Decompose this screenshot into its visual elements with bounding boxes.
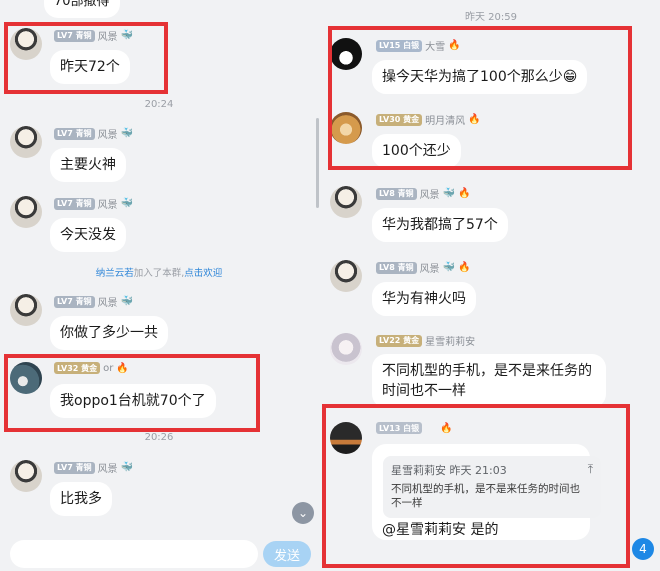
scrollbar[interactable] <box>316 118 319 208</box>
sender-meta: LV8 青铜 风景 🐳 🔥 <box>376 260 470 275</box>
avatar[interactable] <box>10 294 42 326</box>
level-badge: LV8 青铜 <box>376 261 417 274</box>
message-input[interactable] <box>10 540 258 568</box>
scroll-down-icon[interactable]: ⌄ <box>292 502 314 524</box>
sender-meta: LV22 黄金 星雪莉莉安 <box>376 333 475 348</box>
fire-icon: 🔥 <box>458 188 471 199</box>
whale-icon: 🐳 <box>120 296 134 307</box>
timestamp: 昨天 20:59 <box>465 12 517 23</box>
fire-icon: 🔥 <box>458 262 471 273</box>
sender-name: 星雪莉莉安 <box>425 337 476 348</box>
message-bubble[interactable]: 今天没发 <box>50 218 126 252</box>
whale-icon: 🐳 <box>442 262 456 273</box>
level-badge: LV8 青铜 <box>376 187 417 200</box>
quote-header: 星雪莉莉安 昨天 21:03 <box>391 464 507 477</box>
system-notice: 纳兰云若加入了本群,点击欢迎 <box>95 268 223 279</box>
quote-text: 不同机型的手机，是不是来任务的时间也不一样 <box>391 483 580 509</box>
whale-icon: 🐳 <box>120 198 134 209</box>
avatar[interactable] <box>330 260 362 292</box>
avatar[interactable] <box>10 460 42 492</box>
avatar[interactable] <box>330 333 362 365</box>
timestamp: 20:24 <box>144 99 174 110</box>
left-chat-pane: 70部撒得 LV7 青铜 风景 🐳 昨天72个 20:24 LV7 青铜 风景 … <box>0 0 318 571</box>
sender-name: 风景 <box>97 200 118 211</box>
level-badge: LV7 青铜 <box>54 127 95 140</box>
sender-meta: LV7 青铜 风景 🐳 <box>54 460 133 475</box>
message-bubble[interactable]: 不同机型的手机，是不是来任务的时间也不一样 <box>372 354 606 408</box>
unread-count-badge[interactable]: 4 <box>632 538 654 560</box>
sender-name: 风景 <box>97 298 118 309</box>
quoted-message[interactable]: 星雪莉莉安 昨天 21:03 ⤒ 不同机型的手机，是不是来任务的时间也不一样 <box>383 456 601 518</box>
message-bubble[interactable]: 华为我都搞了57个 <box>372 208 508 242</box>
sender-name: 风景 <box>419 190 440 201</box>
member-link[interactable]: 纳兰云若 <box>96 268 134 279</box>
sender-meta: LV7 青铜 风景 🐳 <box>54 294 133 309</box>
message-bubble[interactable]: 华为有神火吗 <box>372 282 476 316</box>
avatar[interactable] <box>330 186 362 218</box>
welcome-link[interactable]: 点击欢迎 <box>184 268 222 279</box>
highlight-box <box>328 26 632 170</box>
sender-meta: LV7 青铜 风景 🐳 <box>54 126 133 141</box>
timestamp: 20:26 <box>144 432 174 443</box>
whale-icon: 🐳 <box>120 462 134 473</box>
avatar[interactable] <box>10 196 42 228</box>
message-bubble[interactable]: 主要火神 <box>50 148 126 182</box>
level-badge: LV22 黄金 <box>376 334 423 347</box>
whale-icon: 🐳 <box>120 128 134 139</box>
message-bubble[interactable]: 比我多 <box>50 482 112 516</box>
sender-meta: LV7 青铜 风景 🐳 <box>54 196 133 211</box>
highlight-box <box>4 354 260 432</box>
send-button[interactable]: 发送 <box>263 541 311 567</box>
highlight-box <box>4 22 168 94</box>
pin-icon[interactable]: ⤒ <box>588 462 593 477</box>
sender-meta: LV8 青铜 风景 🐳 🔥 <box>376 186 470 201</box>
avatar[interactable] <box>10 126 42 158</box>
message-bubble[interactable]: 你做了多少一共 <box>50 316 168 350</box>
level-badge: LV7 青铜 <box>54 295 95 308</box>
level-badge: LV7 青铜 <box>54 197 95 210</box>
whale-icon: 🐳 <box>442 188 456 199</box>
partial-message: 70部撒得 <box>44 0 120 18</box>
level-badge: LV7 青铜 <box>54 461 95 474</box>
sender-name: 风景 <box>419 264 440 275</box>
sender-name: 风景 <box>97 464 118 475</box>
sender-name: 风景 <box>97 130 118 141</box>
